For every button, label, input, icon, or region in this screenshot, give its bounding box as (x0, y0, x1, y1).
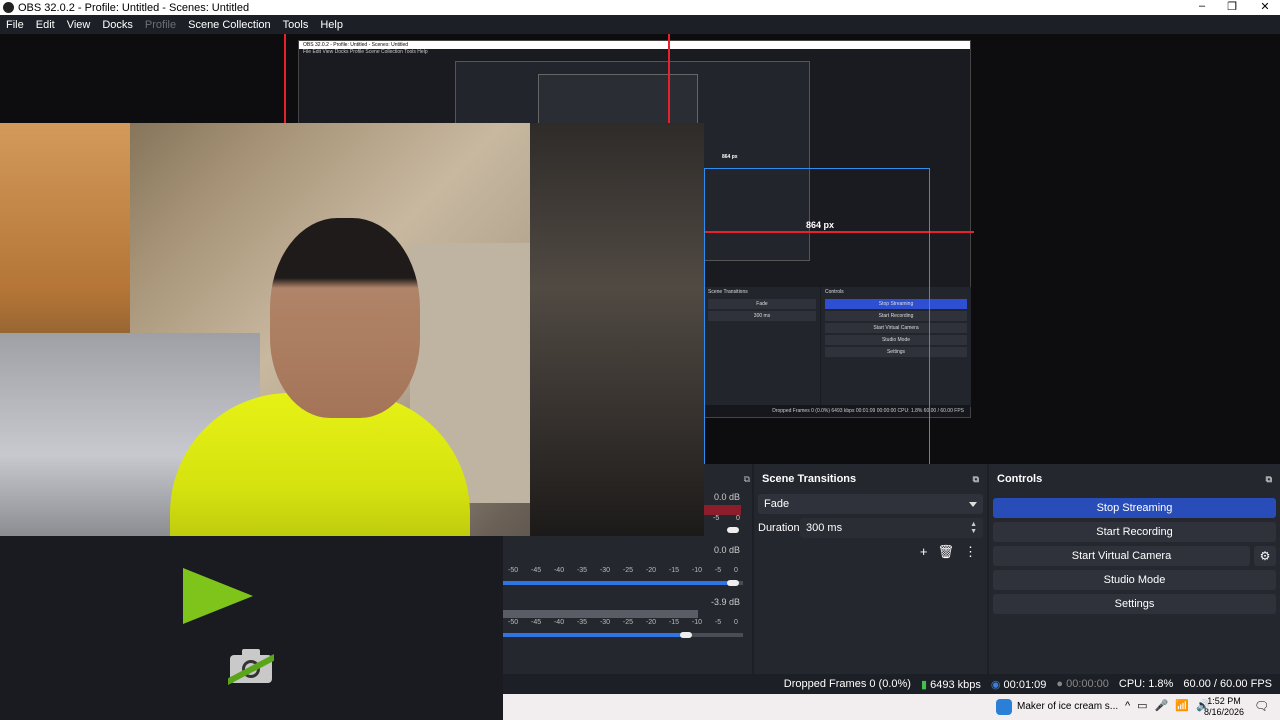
mixer-peak-indicator (703, 505, 741, 515)
controls-header: Controls ⧉ (989, 464, 1280, 494)
system-tray-icons[interactable]: ^▭🎤📶🔊 (1125, 699, 1217, 712)
start-recording-button[interactable]: Start Recording (993, 522, 1276, 542)
menu-help[interactable]: Help (314, 19, 349, 31)
remove-transition-icon[interactable]: 🗑 (937, 544, 954, 560)
studio-mode-button[interactable]: Studio Mode (993, 570, 1276, 590)
transition-toolbar: + 🗑 ⋮ (754, 544, 977, 560)
source-bounding-box (704, 168, 930, 464)
menu-profile: Profile (144, 18, 177, 31)
menu-docks[interactable]: Docks (96, 19, 139, 31)
duration-value: 300 ms (806, 522, 843, 534)
volume-slider-handle-3[interactable] (680, 632, 692, 638)
record-icon: ● (1056, 678, 1064, 690)
undock-icon[interactable]: ⧉ (1266, 474, 1272, 485)
record-time: 00:00:00 (1066, 678, 1109, 690)
close-button[interactable]: ✕ (1255, 0, 1275, 13)
weather-widget-icon[interactable] (996, 699, 1012, 715)
stream-time: 00:01:09 (1003, 678, 1047, 691)
measure-label-large: 864 px (806, 220, 835, 230)
transition-select[interactable]: Fade (758, 494, 983, 514)
window-title: OBS 32.0.2 - Profile: Untitled - Scenes:… (18, 1, 250, 14)
camera-off-icon (228, 649, 274, 685)
volume-slider-track-3[interactable] (503, 633, 743, 637)
mixer-tick-a: -5 (713, 515, 720, 522)
obs-logo-icon (3, 2, 14, 13)
menu-tools[interactable]: Tools (277, 19, 315, 31)
webcam-person-head (270, 218, 420, 418)
dropped-frames: Dropped Frames 0 (0.0%) (783, 678, 911, 690)
audio-level-meter-3 (503, 610, 698, 618)
menu-bar: File Edit View Docks Profile Scene Colle… (0, 15, 1280, 34)
mixer-db-3: -3.9 dB (710, 597, 740, 607)
measure-label-small: 864 px (722, 154, 738, 160)
menu-edit[interactable]: Edit (30, 19, 61, 31)
title-bar: OBS 32.0.2 - Profile: Untitled - Scenes:… (0, 0, 1280, 15)
scene-transitions-header: Scene Transitions ⧉ (754, 464, 987, 494)
cpu-usage: CPU: 1.8% (1118, 678, 1174, 690)
fps: 60.00 / 60.00 FPS (1183, 678, 1272, 690)
restore-button[interactable]: ❐ (1222, 0, 1242, 13)
volume-slider-handle-1[interactable] (727, 527, 739, 533)
duration-label: Duration (758, 522, 800, 534)
mixer-ticks-3: -50 -45 -40 -35 -30 -25 -20 -15 -10 -5 0 (508, 619, 738, 626)
clock-time: 1:52 PM (1207, 696, 1241, 706)
minimize-button[interactable]: – (1192, 0, 1212, 12)
mixer-ticks-2: -50 -45 -40 -35 -30 -25 -20 -15 -10 -5 0 (508, 567, 738, 574)
scene-transitions-dock: Scene Transitions ⧉ Fade Duration 300 ms… (754, 464, 987, 674)
mixer-undock-icon[interactable]: ⧉ (744, 474, 750, 485)
menu-view[interactable]: View (61, 19, 97, 31)
clock-date: 8/16/2026 (1204, 707, 1245, 717)
virtual-camera-row: Start Virtual Camera ⚙ (993, 546, 1276, 566)
gear-icon[interactable]: ⚙ (1254, 546, 1276, 566)
mixer-tick-b: 0 (736, 515, 740, 522)
duration-input[interactable]: 300 ms ▲ ▼ (800, 518, 983, 538)
more-options-icon[interactable]: ⋮ (964, 544, 977, 560)
stop-streaming-button[interactable]: Stop Streaming (993, 498, 1276, 518)
green-play-icon (183, 568, 253, 624)
scene-transitions-title: Scene Transitions (762, 473, 857, 485)
volume-slider-track-2[interactable] (503, 581, 743, 585)
notification-icon[interactable]: 🗨 (1254, 699, 1269, 713)
duration-row: Duration 300 ms ▲ ▼ (758, 518, 983, 538)
controls-title: Controls (997, 473, 1043, 485)
windows-taskbar: Maker of ice cream s... ^▭🎤📶🔊 1:52 PM 8/… (503, 694, 1280, 720)
spinner-arrows-icon[interactable]: ▲ ▼ (970, 521, 977, 535)
webcam-shelf-area (530, 123, 704, 536)
source-preview-panel (0, 536, 503, 720)
volume-slider-handle-2[interactable] (727, 580, 739, 586)
undock-icon[interactable]: ⧉ (973, 474, 979, 485)
webcam-feed (0, 123, 704, 536)
menu-scene-collection[interactable]: Scene Collection (182, 19, 277, 31)
status-bar: Dropped Frames 0 (0.0%) ▮ 6493 kbps ◉ 00… (503, 674, 1280, 694)
start-virtual-camera-button[interactable]: Start Virtual Camera (993, 546, 1250, 566)
controls-dock: Controls ⧉ Stop Streaming Start Recordin… (989, 464, 1280, 674)
taskbar-widget-text[interactable]: Maker of ice cream s... (1017, 701, 1118, 712)
transition-select-value: Fade (764, 498, 790, 510)
mixer-db-2: 0.0 dB (713, 545, 740, 555)
signal-icon: ▮ (920, 678, 928, 691)
nested-title: OBS 32.0.2 - Profile: Untitled - Scenes:… (299, 41, 970, 49)
bitrate: 6493 kbps (930, 678, 981, 691)
taskbar-clock[interactable]: 1:52 PM 8/16/2026 (1204, 696, 1244, 718)
add-transition-icon[interactable]: + (920, 544, 928, 560)
settings-button[interactable]: Settings (993, 594, 1276, 614)
nested-menu: File Edit View Docks Profile Scene Colle… (303, 49, 428, 55)
menu-file[interactable]: File (0, 19, 30, 31)
chevron-down-icon (969, 501, 977, 507)
mixer-db-1: 0.0 dB (713, 492, 740, 502)
stream-icon: ◉ (990, 678, 1001, 691)
